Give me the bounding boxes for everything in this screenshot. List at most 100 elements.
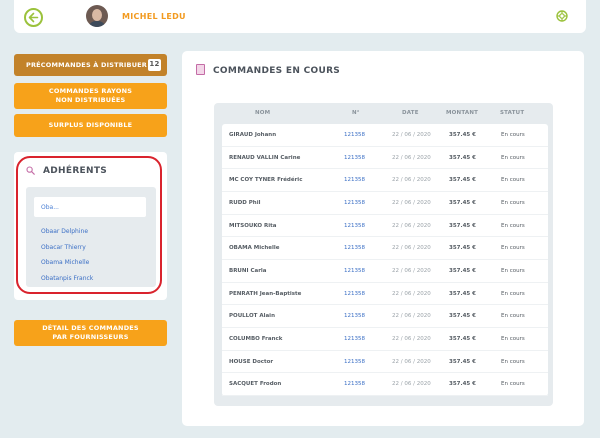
table-row[interactable]: SACQUET Frodon 121358 22 / 06 / 2020 357.45… xyxy=(222,373,548,397)
table-row[interactable]: MITSOUKO Rita 121358 22 / 06 / 2020 357.45 … xyxy=(222,215,548,238)
row-statut: En cours xyxy=(501,336,525,342)
row-order-number-link[interactable]: 121358 xyxy=(344,132,365,138)
row-nom: COLUMBO Franck xyxy=(229,336,283,342)
column-header-montant[interactable]: MONTANT xyxy=(446,110,478,116)
row-order-number-link[interactable]: 121358 xyxy=(344,268,365,274)
column-header-nom[interactable]: NOM xyxy=(255,110,270,116)
adherent-result-item[interactable]: Obacar Thierry xyxy=(41,244,86,251)
table-row[interactable]: PENRATH Jean-Baptiste 121358 22 / 06 / 202… xyxy=(222,283,548,306)
row-montant: 357.45 € xyxy=(449,268,476,274)
commandes-rayons-button[interactable]: COMMANDES RAYONS NON DISTRIBUÉES xyxy=(14,83,167,109)
row-date: 22 / 06 / 2020 xyxy=(392,358,431,365)
row-order-number-link[interactable]: 121358 xyxy=(344,359,365,365)
row-order-number-link[interactable]: 121358 xyxy=(344,155,365,161)
row-montant: 357.45 € xyxy=(449,245,476,252)
row-montant: 357.45 € xyxy=(449,154,476,161)
row-statut: En cours xyxy=(501,177,525,184)
precommandes-button[interactable]: PRÉCOMMANDES À DISTRIBUER 12 xyxy=(14,54,167,76)
row-statut: En cours xyxy=(501,222,525,229)
row-date: 22 / 06 / 2020 xyxy=(392,268,431,274)
table-row[interactable]: RUDD Phil 121358 22 / 06 / 2020 357.45 € En … xyxy=(222,192,548,215)
row-statut: En cours xyxy=(501,268,525,274)
table-row[interactable]: OBAMA Michelle 121358 22 / 06 / 2020 357.45… xyxy=(222,237,548,261)
top-bar: MICHEL LEDU xyxy=(14,0,586,33)
row-nom: RUDD Phil xyxy=(229,200,261,206)
row-date: 22 / 06 / 2020 xyxy=(392,290,431,297)
page-title: COMMANDES EN COURS xyxy=(213,66,341,76)
table-row[interactable]: BRUNI Carla 121358 22 / 06 / 2020 357.45 € E… xyxy=(222,260,548,283)
table-row[interactable]: POULLOT Alain 121358 22 / 06 / 2020 357.45 … xyxy=(222,305,548,329)
row-nom: POULLOT Alain xyxy=(229,313,275,320)
column-header-statut[interactable]: STATUT xyxy=(500,110,524,116)
row-statut: En cours xyxy=(501,358,525,365)
row-nom: MC COY TYNER Frédéric xyxy=(229,177,303,184)
row-montant: 357.45 € xyxy=(449,336,476,342)
row-montant: 357.45 € xyxy=(449,200,476,206)
row-montant: 357.45 € xyxy=(449,290,476,297)
row-nom: HOUSE Doctor xyxy=(229,358,274,365)
row-nom: SACQUET Frodon xyxy=(229,381,282,388)
row-nom: MITSOUKO Rita xyxy=(229,222,277,229)
row-order-number-link[interactable]: 121358 xyxy=(344,381,365,387)
row-statut: En cours xyxy=(501,381,525,388)
row-statut: En cours xyxy=(501,132,525,138)
precommandes-label: PRÉCOMMANDES À DISTRIBUER xyxy=(26,60,148,69)
row-order-number-link[interactable]: 121358 xyxy=(344,223,365,229)
row-montant: 357.45 € xyxy=(449,358,476,365)
column-header-date[interactable]: DATE xyxy=(402,110,419,116)
adherent-result-item[interactable]: Obama Michelle xyxy=(41,259,89,266)
adherent-result-item[interactable]: Obaar Delphine xyxy=(41,228,88,235)
orders-table-body: GIRAUD Johann 121358 22 / 06 / 2020 357.45 … xyxy=(222,124,548,397)
row-order-number-link[interactable]: 121358 xyxy=(344,177,365,183)
row-order-number-link[interactable]: 121358 xyxy=(344,245,365,251)
row-statut: En cours xyxy=(501,154,525,161)
adherents-search-input[interactable] xyxy=(34,197,146,217)
row-nom: BRUNI Carla xyxy=(229,268,267,274)
column-header-numero[interactable]: N° xyxy=(352,110,360,116)
row-order-number-link[interactable]: 121358 xyxy=(344,200,365,206)
search-icon xyxy=(26,166,35,175)
row-date: 22 / 06 / 2020 xyxy=(392,154,431,161)
row-nom: PENRATH Jean-Baptiste xyxy=(229,290,302,297)
table-row[interactable]: GIRAUD Johann 121358 22 / 06 / 2020 357.45 … xyxy=(222,124,548,147)
row-date: 22 / 06 / 2020 xyxy=(392,132,431,138)
row-nom: RENAUD VALLIN Carine xyxy=(229,154,301,161)
document-icon xyxy=(196,64,205,75)
row-montant: 357.45 € xyxy=(449,132,476,138)
row-montant: 357.45 € xyxy=(449,313,476,320)
row-nom: GIRAUD Johann xyxy=(229,132,277,138)
detail-commandes-button[interactable]: DÉTAIL DES COMMANDES PAR FOURNISSEURS xyxy=(14,320,167,346)
adherent-result-item[interactable]: Obatanpis Franck xyxy=(41,275,93,282)
back-button[interactable] xyxy=(24,8,43,27)
row-order-number-link[interactable]: 121358 xyxy=(344,313,365,319)
arrow-left-icon xyxy=(28,12,39,23)
detail-commandes-label-line2: PAR FOURNISSEURS xyxy=(52,333,129,341)
row-date: 22 / 06 / 2020 xyxy=(392,222,431,229)
surplus-button[interactable]: SURPLUS DISPONIBLE xyxy=(14,114,167,137)
row-date: 22 / 06 / 2020 xyxy=(392,381,431,388)
precommandes-count-badge: 12 xyxy=(148,59,161,71)
lifebuoy-icon[interactable] xyxy=(556,10,568,22)
row-date: 22 / 06 / 2020 xyxy=(392,313,431,320)
row-order-number-link[interactable]: 121358 xyxy=(344,336,365,342)
row-date: 22 / 06 / 2020 xyxy=(392,177,431,184)
row-date: 22 / 06 / 2020 xyxy=(392,336,431,342)
row-montant: 357.45 € xyxy=(449,222,476,229)
row-date: 22 / 06 / 2020 xyxy=(392,200,431,206)
user-name[interactable]: MICHEL LEDU xyxy=(122,12,186,21)
row-montant: 357.45 € xyxy=(449,381,476,388)
table-row[interactable]: COLUMBO Franck 121358 22 / 06 / 2020 357.45… xyxy=(222,328,548,351)
surplus-label: SURPLUS DISPONIBLE xyxy=(48,121,133,130)
commandes-rayons-label-line2: NON DISTRIBUÉES xyxy=(55,96,126,104)
adherents-title: ADHÉRENTS xyxy=(43,166,108,176)
table-row[interactable]: HOUSE Doctor 121358 22 / 06 / 2020 357.45 €… xyxy=(222,351,548,374)
row-nom: OBAMA Michelle xyxy=(229,245,280,252)
row-order-number-link[interactable]: 121358 xyxy=(344,291,365,297)
detail-commandes-label-line1: DÉTAIL DES COMMANDES xyxy=(42,324,139,333)
commandes-rayons-label-line1: COMMANDES RAYONS xyxy=(48,87,133,96)
table-row[interactable]: MC COY TYNER Frédéric 121358 22 / 06 / 202… xyxy=(222,169,548,193)
row-montant: 357.45 € xyxy=(449,177,476,184)
row-statut: En cours xyxy=(501,290,525,297)
table-row[interactable]: RENAUD VALLIN Carine 121358 22 / 06 / 2020… xyxy=(222,147,548,170)
avatar[interactable] xyxy=(86,5,108,27)
